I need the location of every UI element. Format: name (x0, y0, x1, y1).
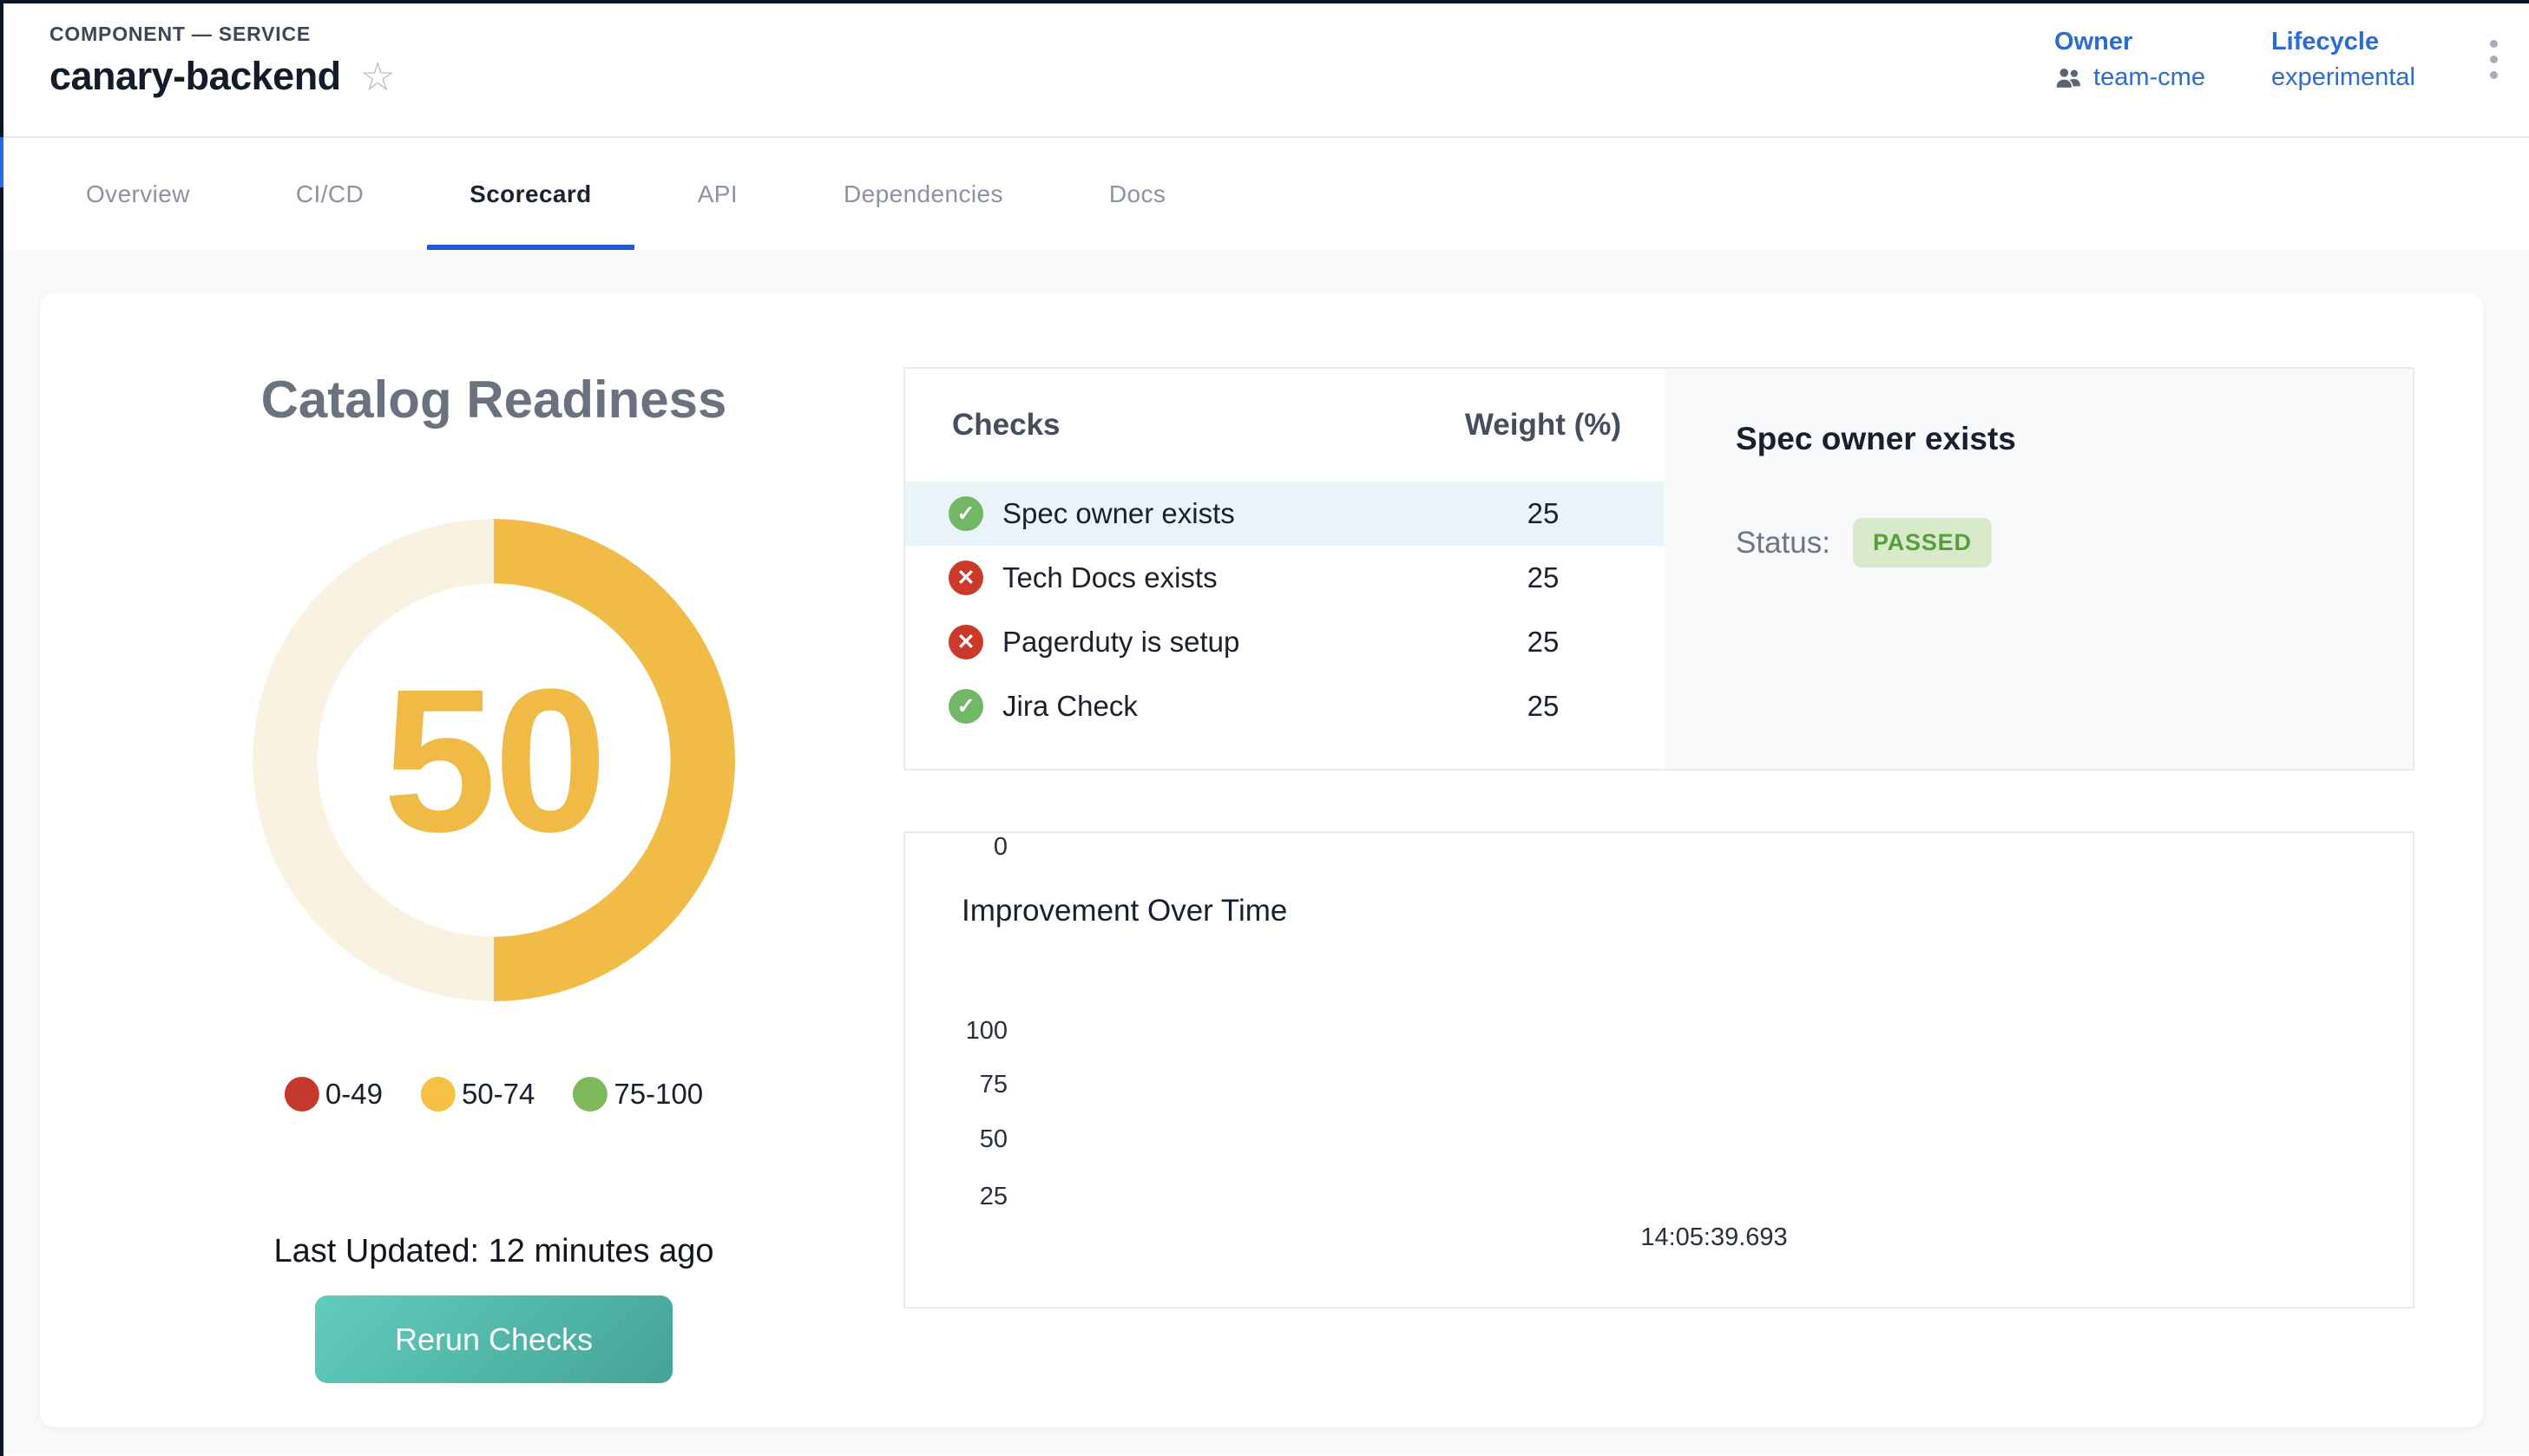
y-axis-tick: 25 (905, 1183, 1008, 1211)
tab-overview[interactable]: Overview (33, 138, 243, 250)
checks-column-header: Checks (952, 408, 1422, 443)
rerun-checks-button[interactable]: Rerun Checks (315, 1295, 673, 1383)
check-passed-icon: ✓ (949, 689, 983, 724)
tab-cicd[interactable]: CI/CD (243, 138, 417, 250)
tab-api[interactable]: API (645, 138, 791, 250)
lifecycle-label: Lifecycle (2271, 28, 2415, 56)
check-status-row: Status: PASSED (1736, 518, 2413, 567)
check-name-text: Pagerduty is setup (1002, 626, 1239, 659)
lifecycle-block: Lifecycle experimental (2271, 28, 2415, 92)
y-axis-tick: 0 (905, 833, 1008, 862)
check-name-text: Tech Docs exists (1002, 561, 1218, 594)
status-label: Status: (1736, 526, 1830, 561)
scorecard-title: Catalog Readiness (261, 370, 727, 430)
x-axis-tick: 14:05:39.693 (1640, 1223, 1787, 1252)
legend-item-mid: 50-74 (421, 1077, 535, 1112)
owner-block: Owner team-cme (2054, 28, 2205, 92)
legend-item-low: 0-49 (285, 1077, 383, 1112)
legend-dot-green (573, 1077, 608, 1112)
legend-dot-red (285, 1077, 319, 1112)
check-weight: 25 (1422, 561, 1665, 594)
check-row-spec-owner[interactable]: ✓ Spec owner exists 25 (905, 482, 1665, 546)
tab-scorecard[interactable]: Scorecard (417, 138, 645, 250)
page-title: canary-backend (49, 54, 341, 99)
people-icon (2054, 66, 2084, 89)
check-weight: 25 (1422, 497, 1665, 530)
favorite-star-icon[interactable]: ☆ (360, 56, 396, 96)
check-name-text: Jira Check (1002, 690, 1138, 723)
check-failed-icon: ✕ (949, 625, 983, 659)
header-meta: Owner team-cme Lifecycle experimental (2054, 28, 2506, 92)
checks-table: Checks Weight (%) ✓ Spec owner exists 25… (905, 369, 1665, 769)
owner-link[interactable]: team-cme (2093, 63, 2205, 92)
left-edge-accent (0, 137, 3, 187)
check-name-text: Spec owner exists (1002, 497, 1235, 530)
last-updated-text: Last Updated: 12 minutes ago (273, 1233, 713, 1270)
owner-value-row[interactable]: team-cme (2054, 63, 2205, 92)
checks-table-header: Checks Weight (%) (905, 369, 1665, 482)
y-axis-tick: 100 (905, 1017, 1008, 1046)
improvement-chart-panel: Improvement Over Time 100 75 50 25 0 14:… (903, 831, 2414, 1308)
tab-dependencies[interactable]: Dependencies (791, 138, 1056, 250)
entity-tabs: Overview CI/CD Scorecard API Dependencie… (0, 138, 2529, 250)
score-value: 50 (383, 643, 604, 878)
entity-kind-label: COMPONENT — SERVICE (49, 23, 311, 46)
check-failed-icon: ✕ (949, 561, 983, 595)
status-badge: PASSED (1853, 518, 1992, 567)
legend-item-high: 75-100 (573, 1077, 703, 1112)
legend-dot-yellow (421, 1077, 456, 1112)
check-weight: 25 (1422, 626, 1665, 659)
check-detail-title: Spec owner exists (1736, 421, 2413, 457)
title-row: canary-backend ☆ (49, 54, 396, 99)
check-row-pagerduty[interactable]: ✕ Pagerduty is setup 25 (905, 610, 1665, 674)
y-axis-tick: 50 (905, 1125, 1008, 1154)
tab-docs[interactable]: Docs (1056, 138, 1219, 250)
weight-column-header: Weight (%) (1422, 408, 1665, 443)
scorecard-page: Catalog Readiness 50 0-49 50-74 75-100 L… (0, 250, 2529, 1454)
owner-label: Owner (2054, 28, 2205, 56)
y-axis-tick: 75 (905, 1071, 1008, 1099)
chart-title: Improvement Over Time (962, 894, 1287, 928)
entity-header: COMPONENT — SERVICE canary-backend ☆ Own… (0, 0, 2529, 136)
legend-label-low: 0-49 (325, 1078, 383, 1111)
checks-panel: Checks Weight (%) ✓ Spec owner exists 25… (903, 367, 2414, 771)
window-left-edge (0, 0, 3, 1456)
check-row-tech-docs[interactable]: ✕ Tech Docs exists 25 (905, 546, 1665, 610)
check-row-jira[interactable]: ✓ Jira Check 25 (905, 674, 1665, 738)
more-options-kebab-icon[interactable] (2481, 28, 2506, 91)
check-detail-panel: Spec owner exists Status: PASSED (1665, 369, 2413, 769)
score-legend: 0-49 50-74 75-100 (285, 1077, 703, 1112)
legend-label-high: 75-100 (614, 1078, 703, 1111)
check-weight: 25 (1422, 690, 1665, 723)
legend-label-mid: 50-74 (462, 1078, 535, 1111)
scorecard-card: Catalog Readiness 50 0-49 50-74 75-100 L… (40, 293, 2483, 1427)
lifecycle-value: experimental (2271, 63, 2415, 92)
window-top-edge (0, 0, 2529, 3)
check-passed-icon: ✓ (949, 496, 983, 531)
